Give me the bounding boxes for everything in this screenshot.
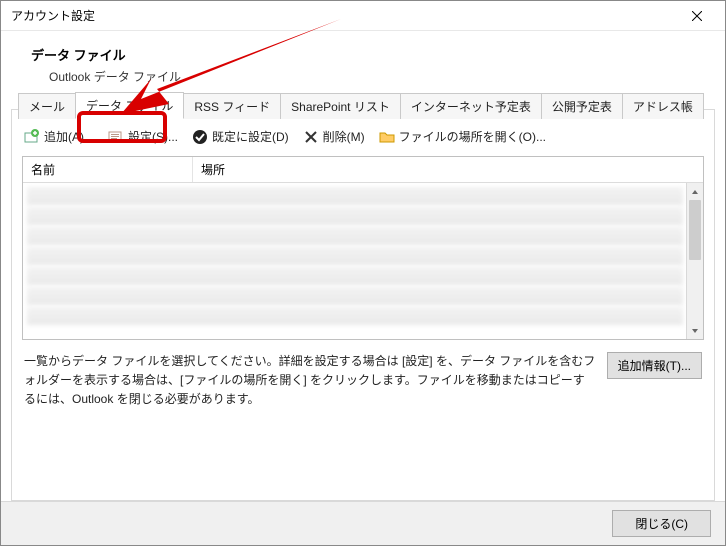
folder-icon: [379, 129, 395, 145]
settings-label: 設定(S)...: [128, 128, 178, 145]
header-title: データ ファイル: [31, 45, 705, 64]
titlebar: アカウント設定: [1, 1, 725, 31]
header: データ ファイル Outlook データ ファイル: [1, 31, 725, 93]
table-row[interactable]: [27, 227, 683, 245]
list-body: [23, 183, 703, 339]
tab-address-book[interactable]: アドレス帳: [622, 93, 704, 119]
footer: 閉じる(C): [1, 501, 725, 545]
add-icon: [24, 129, 40, 145]
table-row[interactable]: [27, 307, 683, 325]
table-row[interactable]: [27, 187, 683, 205]
remove-button[interactable]: 削除(M): [299, 126, 369, 147]
table-row[interactable]: [27, 267, 683, 285]
data-file-list: 名前 場所: [22, 156, 704, 340]
scroll-down-button[interactable]: [687, 322, 703, 339]
remove-icon: [303, 129, 319, 145]
settings-button[interactable]: 設定(S)...: [104, 126, 182, 147]
column-location[interactable]: 場所: [193, 157, 703, 182]
scroll-thumb[interactable]: [689, 200, 701, 260]
default-label: 既定に設定(D): [212, 128, 289, 145]
tab-mail[interactable]: メール: [18, 93, 76, 119]
more-info-button[interactable]: 追加情報(T)...: [607, 352, 702, 379]
add-label: 追加(A)...: [44, 128, 94, 145]
content-panel: メール データ ファイル RSS フィード SharePoint リスト インタ…: [11, 109, 715, 501]
list-header: 名前 場所: [23, 157, 703, 183]
open-location-button[interactable]: ファイルの場所を開く(O)...: [375, 126, 550, 147]
open-location-label: ファイルの場所を開く(O)...: [399, 128, 546, 145]
scroll-up-button[interactable]: [687, 183, 703, 200]
close-icon: [692, 11, 702, 21]
tab-data-files[interactable]: データ ファイル: [75, 92, 184, 119]
set-default-button[interactable]: 既定に設定(D): [188, 126, 293, 147]
close-button[interactable]: 閉じる(C): [612, 510, 711, 537]
add-button[interactable]: 追加(A)...: [20, 126, 98, 147]
tab-published-calendar[interactable]: 公開予定表: [541, 93, 623, 119]
header-subtitle: Outlook データ ファイル: [31, 68, 705, 85]
table-row[interactable]: [27, 207, 683, 225]
window-title: アカウント設定: [9, 7, 677, 24]
check-icon: [192, 129, 208, 145]
tab-sharepoint[interactable]: SharePoint リスト: [280, 93, 401, 119]
window-close-button[interactable]: [677, 1, 717, 31]
help-text: 一覧からデータ ファイルを選択してください。詳細を設定する場合は [設定] を、…: [24, 352, 597, 410]
chevron-up-icon: [691, 188, 699, 196]
table-row[interactable]: [27, 287, 683, 305]
chevron-down-icon: [691, 327, 699, 335]
vertical-scrollbar[interactable]: [686, 183, 703, 339]
tab-rss[interactable]: RSS フィード: [183, 93, 281, 119]
toolbar: 追加(A)... 設定(S)... 既定に設定(D) 削除(M) ファイルの場所…: [12, 118, 714, 154]
tab-internet-calendar[interactable]: インターネット予定表: [400, 93, 542, 119]
help-row: 一覧からデータ ファイルを選択してください。詳細を設定する場合は [設定] を、…: [12, 340, 714, 410]
settings-icon: [108, 129, 124, 145]
tab-strip: メール データ ファイル RSS フィード SharePoint リスト インタ…: [12, 88, 714, 118]
remove-label: 削除(M): [323, 128, 365, 145]
column-name[interactable]: 名前: [23, 157, 193, 182]
table-row[interactable]: [27, 247, 683, 265]
